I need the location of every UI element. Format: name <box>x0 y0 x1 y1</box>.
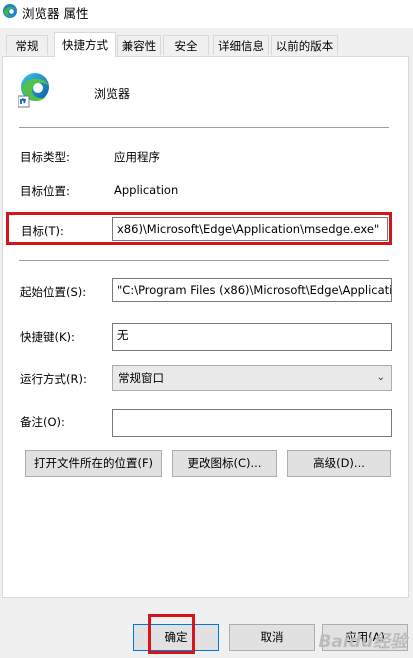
watermark: Baidu经验 <box>318 632 407 652</box>
comment-label: 备注(O): <box>20 415 65 429</box>
tab-security[interactable]: 安全 <box>163 35 209 55</box>
tab-compatibility[interactable]: 兼容性 <box>117 35 161 55</box>
comment-field[interactable] <box>112 409 392 437</box>
edge-app-icon <box>3 4 17 18</box>
target-type-value: 应用程序 <box>114 150 160 164</box>
separator <box>19 127 389 128</box>
window-title: 浏览器 属性 <box>22 6 89 21</box>
advanced-button[interactable]: 高级(D)... <box>287 450 391 477</box>
run-select[interactable]: 常规窗口 ⌄ <box>112 365 392 391</box>
tab-general[interactable]: 常规 <box>6 35 48 55</box>
hotkey-label: 快捷键(K): <box>20 330 75 344</box>
cancel-button[interactable]: 取消 <box>229 624 315 651</box>
run-select-value: 常规窗口 <box>118 371 164 385</box>
target-label: 目标(T): <box>21 224 64 238</box>
tab-details[interactable]: 详细信息 <box>213 35 269 55</box>
chevron-down-icon: ⌄ <box>376 372 385 383</box>
shortcut-name: 浏览器 <box>94 87 131 101</box>
run-label: 运行方式(R): <box>20 372 87 386</box>
tab-previous-versions[interactable]: 以前的版本 <box>271 35 338 55</box>
ok-button[interactable]: 确定 <box>133 624 219 651</box>
tab-shortcut[interactable]: 快捷方式 <box>54 32 116 57</box>
target-type-label: 目标类型: <box>20 150 70 164</box>
separator <box>19 260 389 261</box>
change-icon-button[interactable]: 更改图标(C)... <box>172 450 277 477</box>
hotkey-field[interactable]: 无 <box>112 323 392 351</box>
target-field[interactable]: x86)\Microsoft\Edge\Application\msedge.e… <box>112 217 388 241</box>
start-in-field[interactable]: "C:\Program Files (x86)\Microsoft\Edge\A… <box>112 278 392 302</box>
start-in-label: 起始位置(S): <box>20 285 87 299</box>
target-location-label: 目标位置: <box>20 184 70 198</box>
target-location-value: Application <box>114 183 179 197</box>
open-file-location-button[interactable]: 打开文件所在的位置(F) <box>25 450 162 477</box>
edge-shortcut-icon <box>18 73 49 108</box>
